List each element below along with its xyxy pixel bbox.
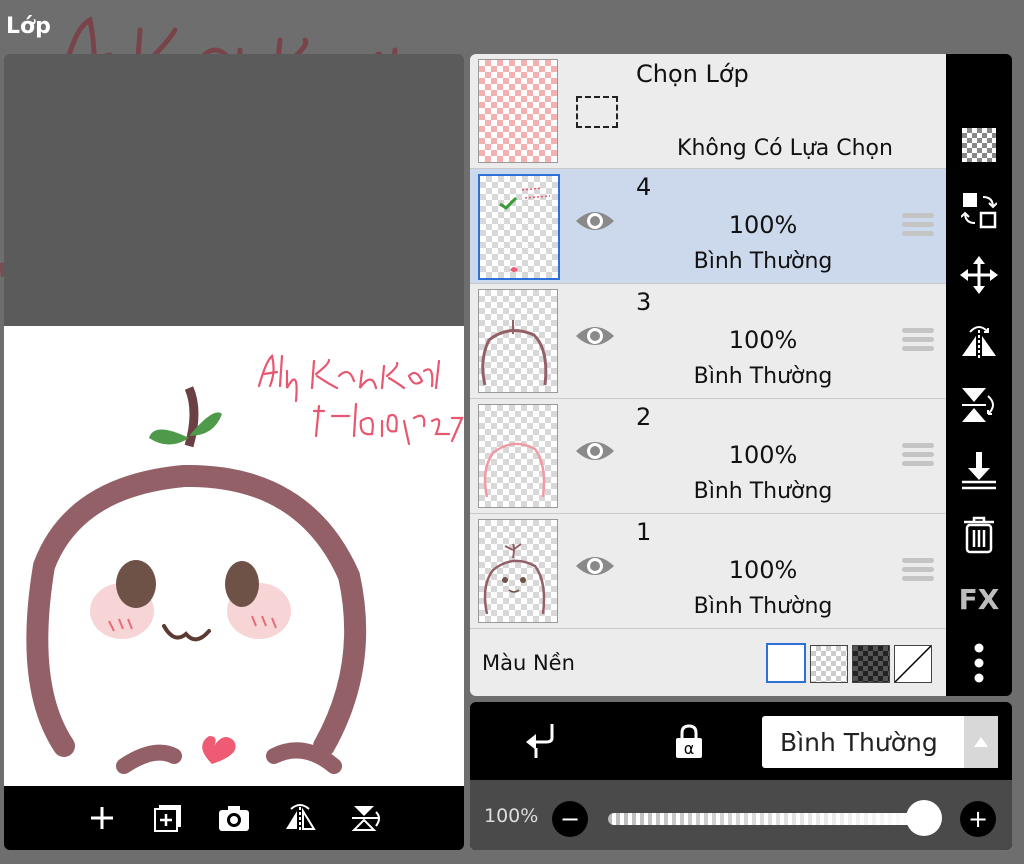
selection-status: Không Có Lựa Chọn: [677, 136, 893, 161]
selection-title: Chọn Lớp: [636, 60, 749, 88]
add-layer-icon[interactable]: [150, 800, 186, 836]
layer-row[interactable]: 1 100% Bình Thường: [470, 514, 946, 629]
visibility-eye-icon[interactable]: [574, 437, 616, 469]
layer-blend-mode: Bình Thường: [693, 364, 833, 389]
flip-vertical-icon[interactable]: [348, 800, 384, 836]
layer-opacity: 100%: [728, 556, 798, 584]
canvas-toolbar: [4, 786, 464, 850]
bg-white-swatch[interactable]: [766, 643, 806, 683]
background-color-label: Màu Nền: [482, 651, 575, 675]
canvas-preview[interactable]: [4, 326, 464, 786]
drag-handle-icon[interactable]: [902, 558, 934, 585]
canvas-preview-frame: [4, 54, 464, 850]
layer-thumbnail: [478, 519, 558, 623]
clipping-icon[interactable]: [524, 722, 558, 764]
layer-thumbnail: [478, 404, 558, 508]
bg-transparent-light-swatch[interactable]: [810, 645, 848, 683]
merge-down-icon[interactable]: [960, 452, 998, 490]
transparency-checker-icon[interactable]: [960, 126, 998, 164]
opacity-row: 100% − +: [470, 780, 1012, 850]
move-icon[interactable]: [960, 256, 998, 294]
add-icon[interactable]: [84, 800, 120, 836]
layer-name: 4: [636, 173, 652, 201]
more-options-icon[interactable]: [960, 643, 998, 683]
window-title: Lớp: [6, 14, 51, 39]
flip-layer-vertical-icon[interactable]: [960, 386, 998, 424]
visibility-eye-icon[interactable]: [574, 322, 616, 354]
selection-marquee-icon: [576, 96, 618, 128]
dropdown-arrow-icon[interactable]: [964, 716, 998, 768]
camera-icon[interactable]: [216, 800, 252, 836]
swap-layers-icon[interactable]: [960, 191, 998, 229]
bg-transparent-dark-swatch[interactable]: [852, 645, 890, 683]
opacity-label: 100%: [484, 805, 539, 827]
layer-thumbnail: [478, 289, 558, 393]
visibility-eye-icon[interactable]: [574, 552, 616, 584]
alpha-lock-icon[interactable]: α: [674, 724, 704, 764]
layer-name: 2: [636, 403, 652, 431]
bg-none-swatch[interactable]: [894, 645, 932, 683]
layer-name: 1: [636, 518, 652, 546]
visibility-eye-icon[interactable]: [574, 207, 616, 239]
layer-blend-mode: Bình Thường: [693, 479, 833, 504]
layer-blend-mode: Bình Thường: [693, 594, 833, 619]
layer-blend-mode: Bình Thường: [693, 249, 833, 274]
layer-opacity: 100%: [728, 326, 798, 354]
svg-text:α: α: [684, 739, 695, 758]
layer-row[interactable]: 4 100% Bình Thường: [470, 169, 946, 284]
layer-thumbnail: [478, 174, 560, 280]
layer-row[interactable]: 2 100% Bình Thường: [470, 399, 946, 514]
fx-button[interactable]: FX: [959, 580, 1000, 618]
trash-icon[interactable]: [960, 516, 998, 554]
layer-panel: Chọn Lớp Không Có Lựa Chọn 4 100% Bình T…: [470, 54, 946, 696]
layer-row[interactable]: 3 100% Bình Thường: [470, 284, 946, 399]
background-color-row: Màu Nền: [470, 629, 946, 696]
layer-opacity: 100%: [728, 211, 798, 239]
drawing-illustration: [26, 354, 464, 774]
flip-horizontal-icon[interactable]: [282, 800, 318, 836]
blend-mode-value: Bình Thường: [780, 728, 938, 757]
layer-opacity: 100%: [728, 441, 798, 469]
opacity-slider-handle[interactable]: [906, 800, 942, 836]
drag-handle-icon[interactable]: [902, 328, 934, 355]
flip-layer-horizontal-icon[interactable]: [960, 322, 998, 360]
drag-handle-icon[interactable]: [902, 213, 934, 240]
layer-properties-bar: α Bình Thường 100% − +: [470, 702, 1012, 850]
opacity-decrease-button[interactable]: −: [552, 801, 588, 837]
selection-layer-row[interactable]: Chọn Lớp Không Có Lựa Chọn: [470, 54, 946, 169]
selection-thumbnail: [478, 59, 558, 163]
layer-name: 3: [636, 288, 652, 316]
layer-tools-sidebar: FX: [946, 54, 1012, 696]
blend-mode-select[interactable]: Bình Thường: [762, 716, 998, 768]
drag-handle-icon[interactable]: [902, 443, 934, 470]
opacity-slider[interactable]: [608, 813, 928, 825]
opacity-increase-button[interactable]: +: [960, 801, 996, 837]
